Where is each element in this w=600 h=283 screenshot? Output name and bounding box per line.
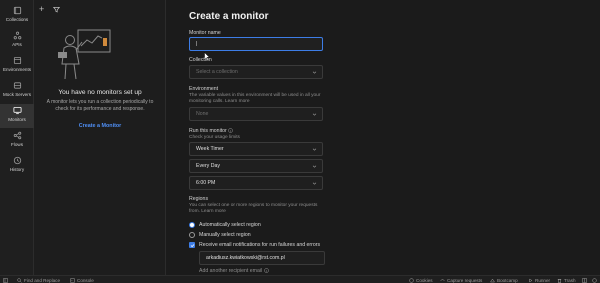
info-icon	[263, 268, 269, 273]
manual-region-radio[interactable]	[189, 232, 195, 238]
empty-state-title: You have no monitors set up	[58, 89, 142, 96]
help-icon[interactable]	[592, 277, 599, 283]
rail-item-mock-servers[interactable]: Mock Servers	[0, 79, 34, 103]
rail-label-environments: Environments	[2, 67, 32, 72]
chevron-down-icon	[312, 71, 317, 74]
timer-type-select[interactable]: Week Timer	[189, 142, 323, 156]
filter-icon[interactable]	[52, 6, 61, 15]
runner-button[interactable]: Runner	[528, 278, 550, 283]
auto-region-radio[interactable]	[189, 222, 195, 228]
rail-item-collections[interactable]: Collections	[0, 4, 34, 28]
capture-requests-label: Capture requests	[447, 277, 483, 283]
rail-label-collections: Collections	[5, 17, 29, 22]
trash-icon	[557, 278, 562, 283]
bootcamp-icon	[490, 278, 495, 282]
bootcamp-label: Bootcamp	[497, 277, 518, 283]
environment-select[interactable]: None	[189, 107, 323, 121]
time-select[interactable]: 6:00 PM	[189, 176, 323, 190]
run-monitor-text: Run this monitor	[189, 128, 227, 134]
rail-item-history[interactable]: History	[0, 154, 34, 178]
monitor-name-input[interactable]: |	[189, 37, 323, 51]
console-button[interactable]: Console	[70, 278, 94, 283]
frequency-value: Every Day	[196, 163, 220, 169]
monitors-panel: +	[34, 0, 166, 275]
rail-label-monitors: Monitors	[8, 117, 26, 122]
rail-item-flows[interactable]: Flows	[0, 129, 34, 153]
find-replace-button[interactable]: Find and Replace	[17, 278, 60, 283]
add-recipient-text: Add another recipient email	[199, 268, 263, 274]
rail-item-apis[interactable]: APIs	[0, 29, 34, 53]
chevron-down-icon	[312, 148, 317, 151]
trash-label: Trash	[564, 277, 576, 283]
status-bar: Find and Replace Console Cookies Capture…	[0, 275, 600, 283]
environment-label: Environment	[189, 86, 219, 92]
regions-help: You can select one or more regions to mo…	[189, 203, 318, 214]
regions-label: Regions	[189, 196, 209, 202]
rail-label-flows: Flows	[11, 142, 23, 147]
console-label: Console	[77, 277, 94, 283]
monitor-name-label: Monitor name	[189, 30, 221, 36]
apis-icon	[13, 31, 21, 40]
cookies-label: Cookies	[416, 277, 433, 283]
time-value: 6:00 PM	[196, 180, 216, 186]
email-notify-checkbox[interactable]	[189, 242, 195, 248]
auto-region-label: Automatically select region	[199, 222, 261, 228]
chevron-down-icon	[312, 182, 317, 185]
email-notify-label: Receive email notifications for run fail…	[199, 242, 321, 248]
runner-label: Runner	[535, 277, 551, 283]
cookies-button[interactable]: Cookies	[409, 278, 433, 283]
find-replace-label: Find and Replace	[24, 277, 61, 283]
chevron-down-icon	[312, 113, 317, 116]
email-notify-option[interactable]: Receive email notifications for run fail…	[189, 242, 320, 248]
flows-icon	[13, 131, 21, 140]
search-icon	[17, 277, 22, 283]
bootcamp-button[interactable]: Bootcamp	[490, 278, 518, 283]
environment-help: The variable values in this environment …	[189, 93, 321, 104]
run-monitor-label: Run this monitor	[189, 128, 233, 134]
console-icon	[70, 278, 75, 282]
history-icon	[13, 156, 21, 165]
usage-limits-link[interactable]: Check your usage limits	[189, 135, 240, 141]
environments-icon	[13, 56, 21, 65]
mock-servers-icon	[13, 82, 21, 89]
plus-icon[interactable]: +	[39, 5, 44, 14]
empty-state-description: A monitor lets you run a collection peri…	[46, 99, 154, 112]
chevron-down-icon	[312, 165, 317, 168]
rail-item-environments[interactable]: Environments	[0, 54, 34, 78]
collections-icon	[13, 6, 21, 15]
capture-requests-button[interactable]: Capture requests	[440, 278, 482, 283]
manual-region-label: Manually select region	[199, 232, 251, 238]
recipient-email-input[interactable]: arkadiusz.kwiatkowski@rst.com.pl	[199, 251, 325, 265]
collection-select[interactable]: Select a collection	[189, 65, 323, 79]
timer-type-value: Week Timer	[196, 146, 224, 152]
rail-label-mock-servers: Mock Servers	[2, 92, 32, 97]
auto-region-option[interactable]: Automatically select region	[189, 222, 261, 228]
create-monitor-link[interactable]: Create a Monitor	[34, 123, 166, 129]
left-rail: Collections APIs Environments Mock Serve…	[0, 0, 34, 275]
runner-icon	[529, 278, 533, 282]
layout-toggle-icon[interactable]	[3, 277, 10, 283]
trash-button[interactable]: Trash	[557, 278, 576, 283]
monitors-icon	[12, 106, 22, 115]
collection-label: Collection	[189, 57, 212, 63]
frequency-select[interactable]: Every Day	[189, 159, 323, 173]
rail-label-history: History	[9, 167, 25, 172]
collection-placeholder: Select a collection	[196, 69, 238, 75]
layout-columns-icon[interactable]	[582, 277, 589, 283]
check-icon	[190, 243, 194, 247]
empty-state-illustration	[58, 29, 111, 80]
cookie-icon	[409, 277, 414, 283]
manual-region-option[interactable]: Manually select region	[189, 232, 251, 238]
rail-item-monitors[interactable]: Monitors	[0, 104, 34, 128]
environment-value: None	[196, 111, 209, 117]
add-recipient-link[interactable]: Add another recipient email	[199, 268, 269, 274]
page-title: Create a monitor	[189, 11, 269, 22]
rail-label-apis: APIs	[12, 42, 22, 47]
info-icon	[228, 128, 233, 133]
capture-icon	[440, 278, 445, 281]
